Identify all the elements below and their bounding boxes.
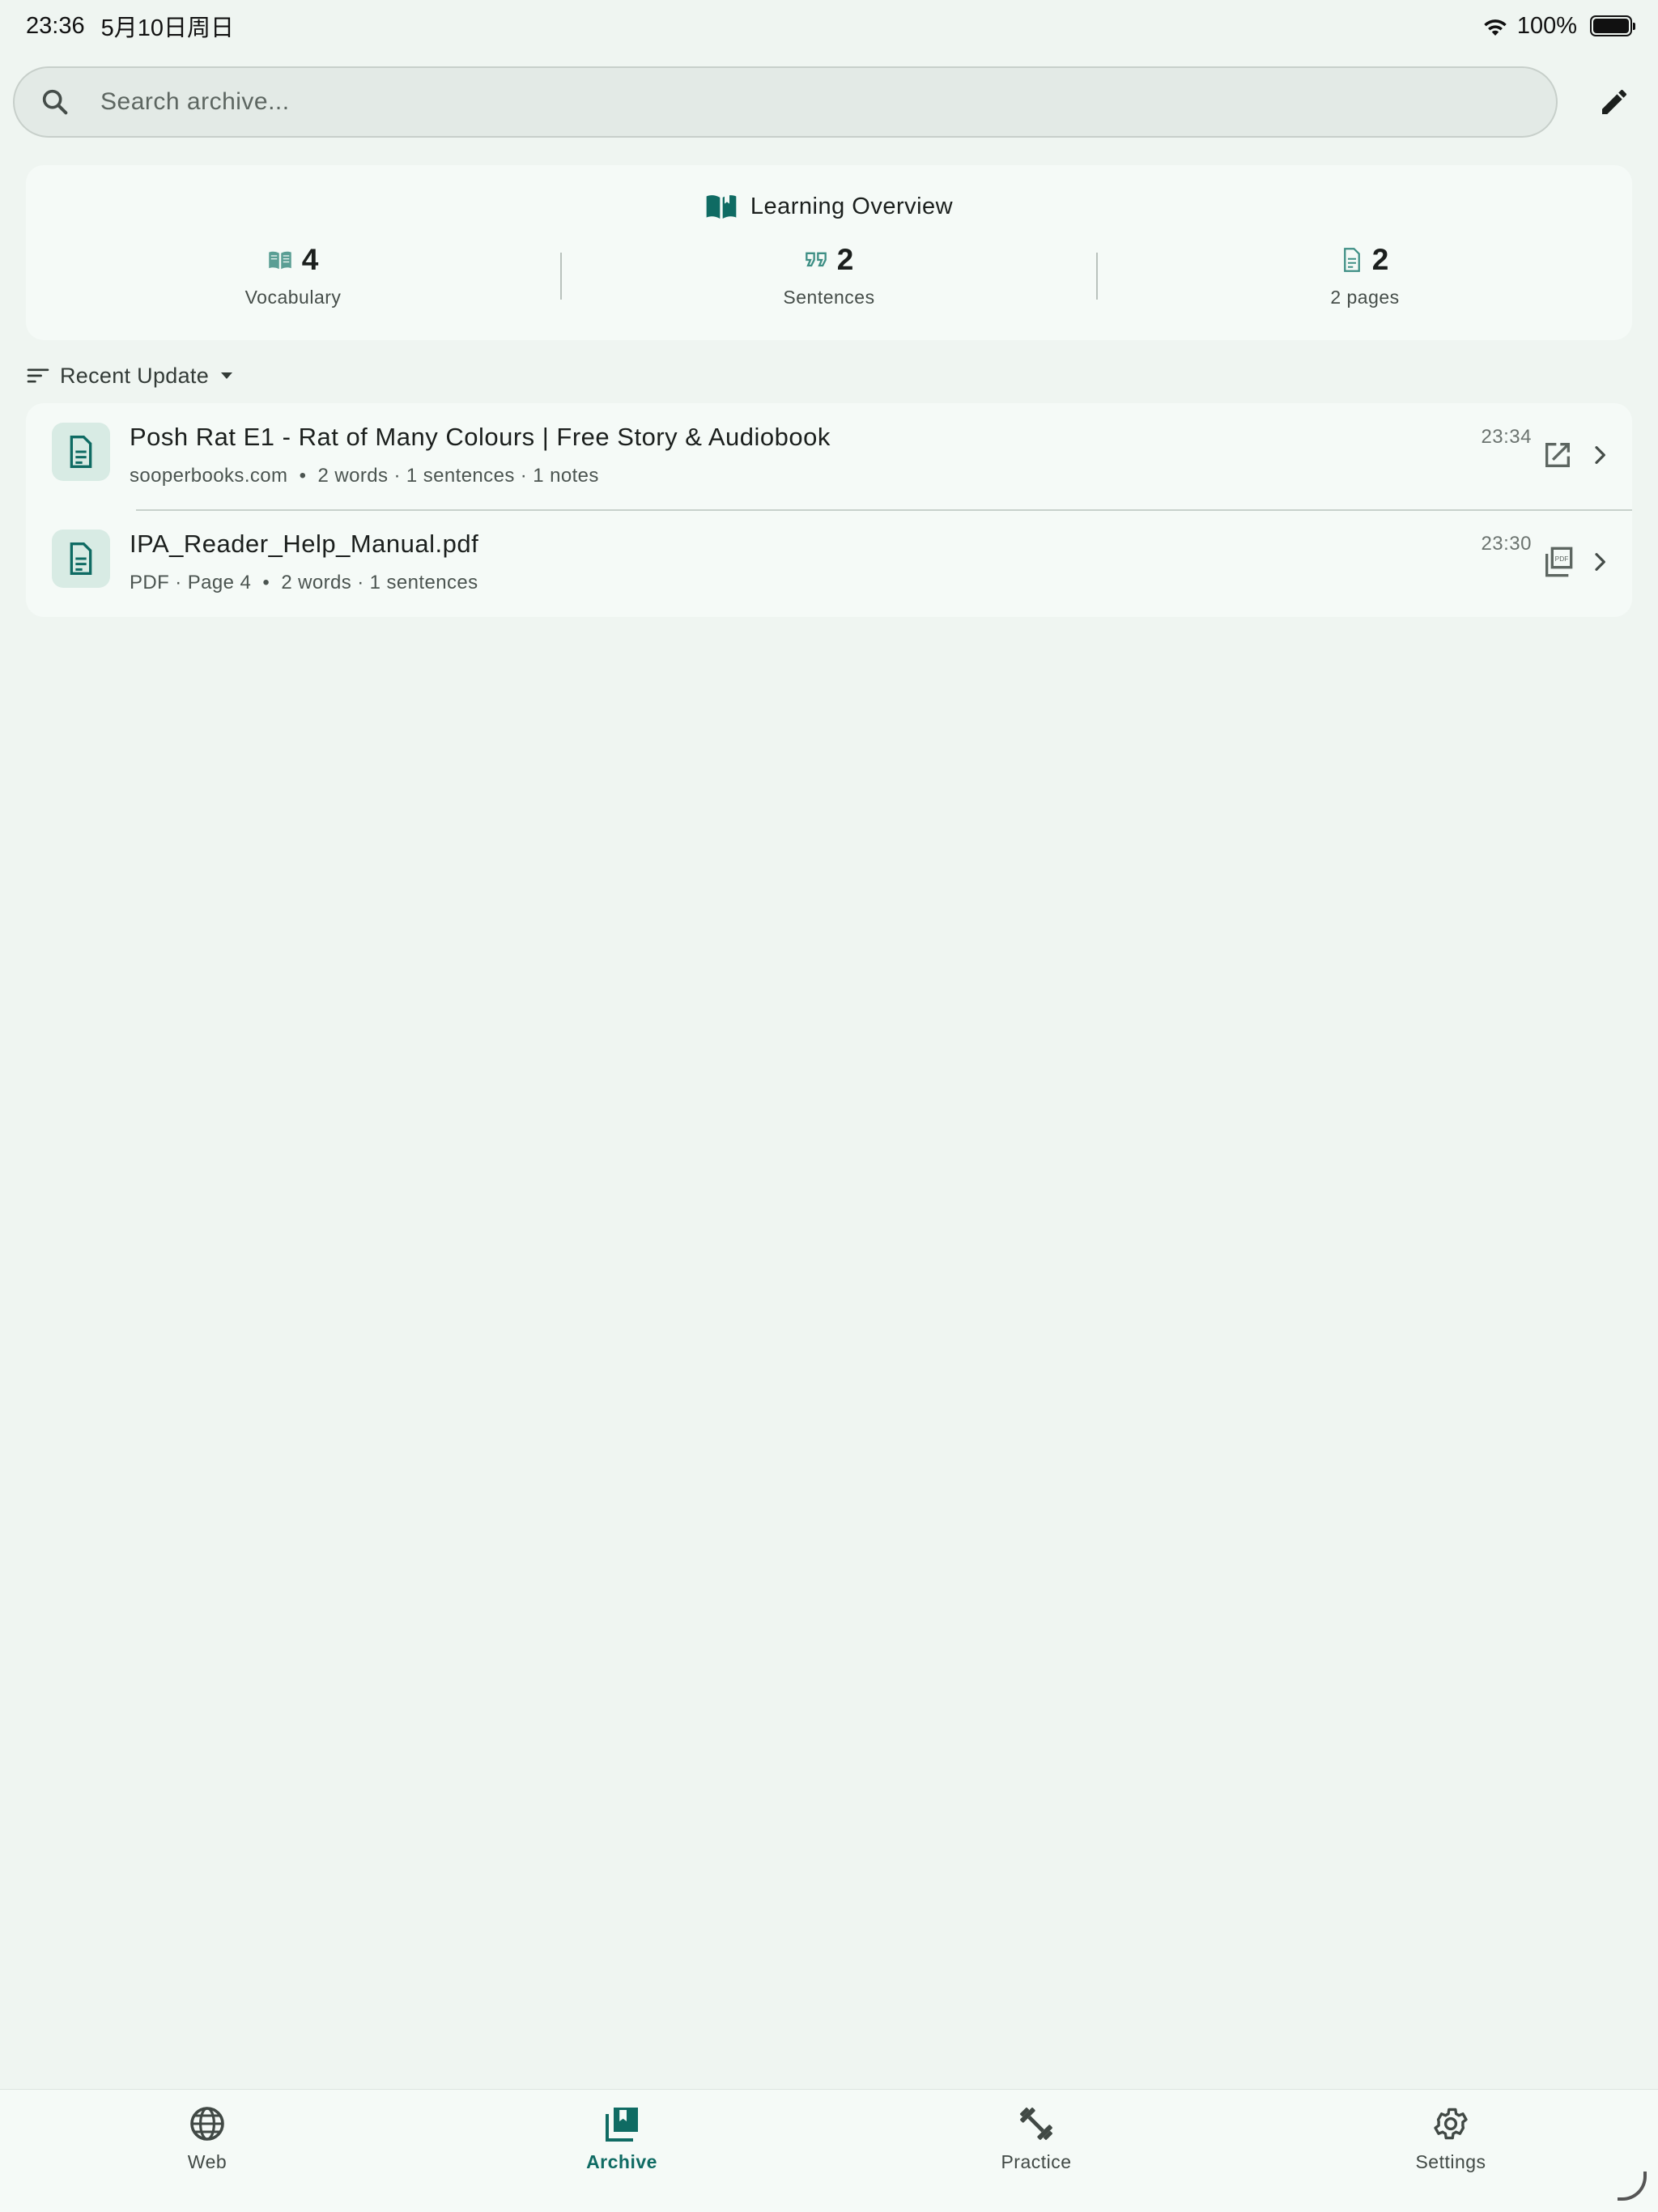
sort-dropdown[interactable]: Recent Update: [26, 359, 235, 392]
list-item[interactable]: Posh Rat E1 - Rat of Many Colours | Free…: [26, 403, 1632, 511]
dumbbell-icon: [1019, 2107, 1053, 2141]
status-time: 23:36: [26, 12, 85, 39]
item-stats: 2 words · 1 sentences: [281, 572, 478, 593]
status-left: 23:36 5月10日周日: [26, 9, 234, 43]
quote-icon: [805, 252, 827, 267]
open-external-icon[interactable]: [1541, 439, 1574, 471]
edit-button[interactable]: [1590, 78, 1639, 126]
archive-list: Posh Rat E1 - Rat of Many Colours | Free…: [26, 403, 1632, 617]
book-icon: [268, 251, 291, 270]
nav-label-settings: Settings: [1415, 2151, 1486, 2172]
nav-item-archive[interactable]: Archive: [414, 2090, 829, 2212]
globe-icon: [190, 2107, 224, 2141]
status-date: 5月10日周日: [100, 15, 234, 41]
document-icon: [70, 436, 92, 468]
vocabulary-count: 4: [301, 243, 319, 276]
overview-title: Learning Overview: [750, 193, 954, 219]
document-tile: [52, 423, 110, 481]
gear-icon: [1434, 2108, 1468, 2140]
overview-stats: 4 Vocabulary 2 Sentences 2 2 pages: [26, 243, 1632, 324]
archive-icon: [606, 2108, 638, 2142]
chevron-right-icon[interactable]: [1587, 549, 1613, 575]
search-input[interactable]: [100, 88, 1477, 116]
sentences-label: Sentences: [783, 287, 875, 308]
stat-pages[interactable]: 2 2 pages: [1098, 243, 1632, 324]
stat-sentences[interactable]: 2 Sentences: [562, 243, 1096, 324]
pdf-icon[interactable]: PDF: [1541, 546, 1574, 578]
bottom-nav: Web Archive Practice Settings: [0, 2089, 1658, 2212]
search-bar[interactable]: [13, 66, 1558, 138]
search-icon: [42, 89, 68, 115]
nav-item-settings[interactable]: Settings: [1244, 2090, 1658, 2212]
vocabulary-label: Vocabulary: [244, 287, 342, 308]
nav-label-archive: Archive: [586, 2151, 657, 2172]
book-open-icon: [706, 193, 737, 219]
document-icon: [1343, 248, 1360, 272]
item-time: 23:34: [1481, 426, 1532, 448]
overview-header: Learning Overview: [26, 191, 1632, 222]
item-meta: sooperbooks.com • 2 words · 1 sentences …: [130, 465, 599, 487]
search-row: [13, 66, 1645, 138]
status-right: 100%: [1482, 12, 1635, 40]
item-title: IPA_Reader_Help_Manual.pdf: [130, 530, 479, 558]
item-meta: PDF · Page 4 • 2 words · 1 sentences: [130, 572, 478, 594]
pages-count: 2: [1371, 243, 1389, 276]
nav-label-practice: Practice: [1001, 2151, 1072, 2172]
sort-icon: [27, 368, 49, 383]
meta-separator: •: [293, 465, 312, 487]
meta-separator: •: [257, 572, 276, 593]
document-icon: [70, 542, 92, 575]
item-time: 23:30: [1481, 533, 1532, 555]
nav-item-practice[interactable]: Practice: [829, 2090, 1244, 2212]
sort-label: Recent Update: [60, 363, 210, 388]
wifi-icon: [1484, 19, 1507, 36]
item-source: PDF · Page 4: [130, 572, 252, 593]
document-tile: [52, 530, 110, 588]
battery-icon: [1590, 15, 1635, 36]
sentences-count: 2: [836, 243, 854, 276]
item-stats: 2 words · 1 sentences · 1 notes: [317, 465, 599, 487]
nav-label-web: Web: [187, 2151, 227, 2172]
pages-label: 2 pages: [1330, 287, 1400, 308]
pencil-icon: [1602, 89, 1627, 114]
stat-vocabulary[interactable]: 4 Vocabulary: [26, 243, 560, 324]
nav-item-web[interactable]: Web: [0, 2090, 414, 2212]
item-source: sooperbooks.com: [130, 465, 288, 487]
item-title: Posh Rat E1 - Rat of Many Colours | Free…: [130, 423, 831, 451]
learning-overview-card: Learning Overview 4 Vocabulary 2 Sentenc…: [26, 165, 1632, 340]
svg-text:PDF: PDF: [1555, 555, 1569, 563]
list-item[interactable]: IPA_Reader_Help_Manual.pdf PDF · Page 4 …: [26, 510, 1632, 617]
battery-percent: 100%: [1516, 12, 1577, 39]
caret-down-icon: [221, 372, 233, 379]
chevron-right-icon[interactable]: [1587, 442, 1613, 468]
status-bar: 23:36 5月10日周日 100%: [0, 0, 1658, 52]
